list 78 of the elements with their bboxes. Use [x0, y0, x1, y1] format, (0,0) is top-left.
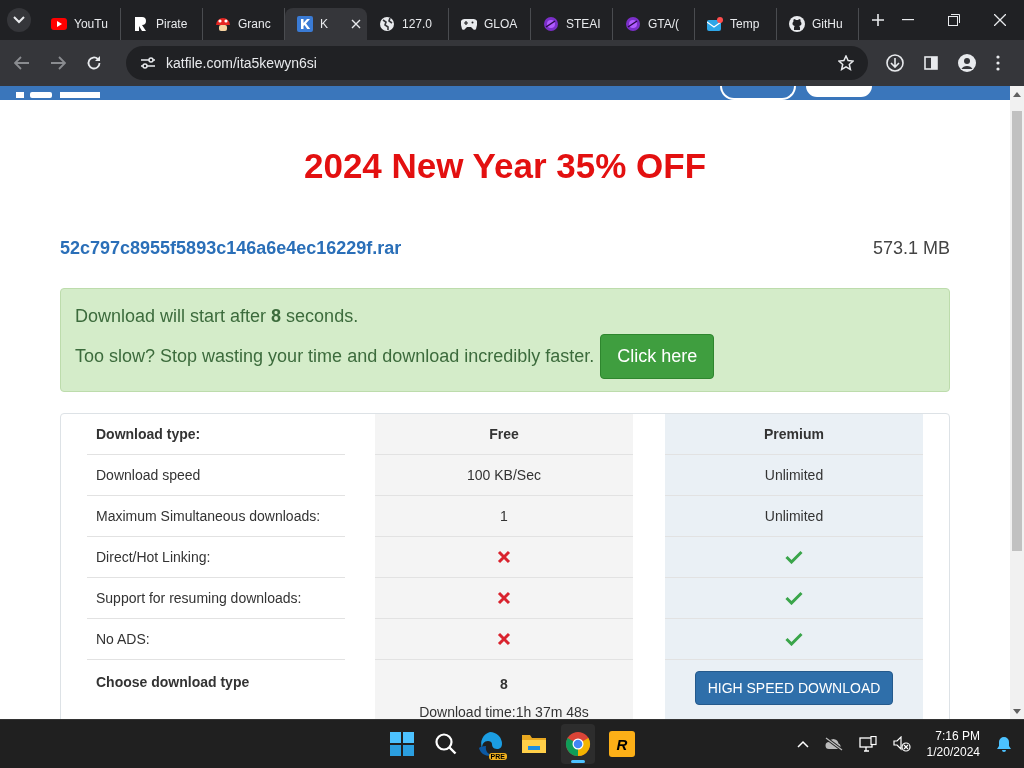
- clock-date[interactable]: 1/20/2024: [926, 744, 980, 760]
- globe-icon[interactable]: [379, 16, 395, 32]
- file-size: 573.1 MB: [872, 238, 950, 259]
- download-icon[interactable]: [886, 54, 904, 72]
- gamepad-icon[interactable]: [461, 16, 477, 32]
- caret-icon[interactable]: [13, 16, 25, 24]
- envelope-icon[interactable]: [707, 16, 723, 32]
- scroll-thumb[interactable]: [1012, 111, 1022, 551]
- scroll-down-icon[interactable]: [1013, 709, 1021, 714]
- cross-icon: [497, 550, 511, 564]
- play-icon[interactable]: [51, 16, 67, 32]
- side-panel-icon[interactable]: [924, 56, 938, 70]
- k-logo-icon[interactable]: [297, 16, 313, 32]
- table-cell: Unlimited: [764, 508, 824, 524]
- forward-icon[interactable]: [50, 56, 66, 70]
- app-logo-letter: R: [616, 735, 628, 753]
- close-tab-icon[interactable]: [351, 19, 361, 29]
- notification-bell-icon[interactable]: [996, 736, 1012, 752]
- close-icon[interactable]: [994, 14, 1006, 26]
- row-label: Support for resuming downloads:: [96, 590, 302, 606]
- orb-icon[interactable]: [625, 16, 641, 32]
- back-icon[interactable]: [14, 56, 30, 70]
- windows-start-icon: [390, 732, 414, 756]
- scroll-up-icon[interactable]: [1013, 92, 1021, 97]
- file-name-link[interactable]: 52c797c8955f5893c146a6e4ec16229f.rar: [60, 238, 402, 259]
- network-icon[interactable]: [858, 736, 877, 752]
- row-label: Choose download type: [96, 674, 250, 690]
- check-icon: [785, 591, 803, 605]
- search-icon: [434, 732, 458, 756]
- octocat-icon[interactable]: [789, 16, 805, 32]
- row-label: Maximum Simultaneous downloads:: [96, 508, 321, 524]
- row-label: No ADS:: [96, 631, 150, 647]
- tab-list-button[interactable]: [7, 8, 31, 32]
- chevron-up-icon[interactable]: [796, 740, 809, 748]
- chrome-icon: [565, 731, 591, 757]
- scrollbar[interactable]: [1010, 86, 1024, 719]
- restore-icon[interactable]: [948, 14, 960, 26]
- table-cell: Unlimited: [764, 467, 824, 483]
- mushroom-icon[interactable]: [215, 16, 231, 32]
- cloud-off-icon[interactable]: [824, 737, 843, 751]
- header-button[interactable]: [720, 86, 796, 100]
- table-cell: 1: [500, 508, 508, 524]
- site-info-icon[interactable]: [140, 56, 156, 70]
- address-bar[interactable]: katfile.com/ita5kewyn6si: [126, 46, 868, 80]
- browser-tab[interactable]: K: [285, 8, 367, 40]
- countdown-text: Download will start after 8 seconds.: [75, 306, 360, 327]
- column-header: Premium: [764, 426, 824, 442]
- reload-icon[interactable]: [86, 55, 102, 71]
- profile-icon[interactable]: [958, 54, 976, 72]
- taskbar-app[interactable]: R: [605, 724, 639, 764]
- orb-icon[interactable]: [543, 16, 559, 32]
- new-tab-icon[interactable]: [871, 13, 885, 27]
- column-header: Free: [489, 426, 519, 442]
- header-button[interactable]: [806, 86, 872, 97]
- row-label: Download speed: [96, 467, 201, 483]
- clock-time[interactable]: 7:16 PM: [935, 728, 980, 744]
- menu-icon[interactable]: [996, 55, 1000, 71]
- minimize-icon[interactable]: [902, 19, 914, 21]
- table-cell: 100 KB/Sec: [467, 467, 541, 483]
- upsell-text: Too slow? Stop wasting your time and download incredibly faster.: [75, 346, 595, 367]
- table-cell: 8: [500, 676, 508, 692]
- cross-icon: [497, 632, 511, 646]
- volume-muted-icon[interactable]: [892, 736, 911, 752]
- high-speed-download-button[interactable]: HIGH SPEED DOWNLOAD: [694, 671, 894, 705]
- promo-title: 2024 New Year 35% OFF: [302, 146, 708, 186]
- bookmark-star-icon[interactable]: [838, 55, 854, 71]
- active-indicator: [571, 760, 585, 763]
- edge-icon: [477, 731, 503, 757]
- row-label: Direct/Hot Linking:: [96, 549, 211, 565]
- column-header: Download type:: [96, 426, 201, 442]
- cross-icon: [497, 591, 511, 605]
- check-icon: [785, 632, 803, 646]
- folder-icon: [521, 733, 547, 755]
- table-cell: Download time:1h 37m 48s: [419, 704, 589, 720]
- letter-logo-icon[interactable]: [133, 16, 149, 32]
- check-icon: [785, 550, 803, 564]
- taskbar-app[interactable]: [561, 724, 595, 764]
- rockstar-icon: [609, 731, 635, 757]
